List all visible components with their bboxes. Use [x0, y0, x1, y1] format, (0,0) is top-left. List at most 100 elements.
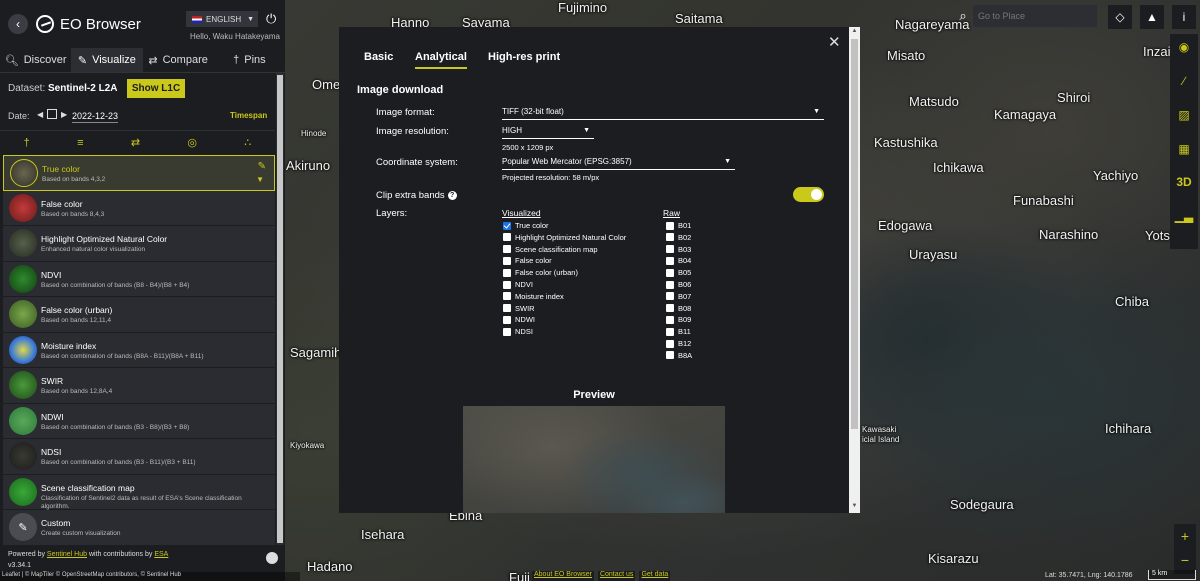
layer-item[interactable]: False color (urban) Based on bands 12,11… [3, 297, 275, 333]
checkbox[interactable] [503, 268, 511, 277]
scrollbar-thumb[interactable] [277, 75, 283, 543]
tab-basic[interactable]: Basic [364, 51, 393, 63]
calendar-icon[interactable] [47, 109, 57, 119]
checkbox[interactable] [666, 268, 674, 277]
scrollbar-thumb[interactable] [851, 39, 858, 429]
checkbox[interactable] [503, 233, 511, 242]
layer-item[interactable]: ✎ Custom Create custom visualization [3, 510, 275, 546]
sidebar-scrollbar[interactable] [276, 73, 284, 545]
timelapse-icon[interactable]: ▦ [1170, 142, 1198, 156]
visualized-layer-option[interactable]: Moisture index [503, 291, 564, 302]
checkbox[interactable] [666, 233, 674, 242]
raw-band-option[interactable]: B03 [666, 244, 691, 255]
layers-button[interactable]: ◇ [1108, 5, 1132, 29]
prev-date-button[interactable]: ◀ [37, 110, 43, 119]
scroll-down-icon[interactable]: ▼ [851, 503, 858, 509]
modal-scrollbar[interactable]: ▲ ▼ [849, 27, 860, 513]
get-data-link[interactable]: Get data [639, 571, 671, 581]
visualized-layer-option[interactable]: Scene classification map [503, 244, 598, 255]
hide-icon[interactable]: ◎ [187, 136, 197, 149]
histogram-icon[interactable]: ▁▃ [1170, 209, 1198, 223]
tab-analytical[interactable]: Analytical [415, 51, 467, 69]
visualized-layer-option[interactable]: SWIR [503, 303, 535, 314]
visualized-layer-option[interactable]: Highlight Optimized Natural Color [503, 232, 626, 243]
raw-band-option[interactable]: B06 [666, 279, 691, 290]
checkbox[interactable] [666, 351, 674, 360]
checkbox[interactable] [503, 256, 511, 265]
raw-band-option[interactable]: B02 [666, 232, 691, 243]
checkbox[interactable] [503, 327, 511, 336]
layer-item[interactable]: Highlight Optimized Natural Color Enhanc… [3, 226, 275, 262]
search-input[interactable] [973, 5, 1097, 27]
raw-band-option[interactable]: B07 [666, 291, 691, 302]
visualized-layer-option[interactable]: NDWI [503, 314, 535, 325]
raw-band-option[interactable]: B01 [666, 220, 691, 231]
checkbox[interactable] [503, 245, 511, 254]
logout-button[interactable]: ⏻ [266, 11, 276, 27]
checkbox[interactable] [503, 292, 511, 301]
language-select[interactable]: ENGLISH ▼ [186, 11, 258, 27]
timespan-link[interactable]: Timespan [230, 111, 267, 120]
raw-band-option[interactable]: B08 [666, 303, 691, 314]
layer-item[interactable]: SWIR Based on bands 12,8A,4 [3, 368, 275, 404]
layer-item[interactable]: True color Based on bands 4,3,2 ✎ ▼ [3, 155, 275, 191]
clip-extra-bands-toggle[interactable] [793, 187, 824, 202]
layer-item[interactable]: NDSI Based on combination of bands (B3 -… [3, 439, 275, 475]
raw-band-option[interactable]: B04 [666, 255, 691, 266]
layer-item[interactable]: NDWI Based on combination of bands (B3 -… [3, 403, 275, 439]
checkbox[interactable] [666, 256, 674, 265]
checkbox[interactable] [503, 221, 511, 230]
esa-link[interactable]: ESA [154, 551, 168, 558]
sliders-icon[interactable]: ≡ [77, 137, 83, 149]
layer-item[interactable]: NDVI Based on combination of bands (B8 -… [3, 261, 275, 297]
theme-toggle-icon[interactable] [266, 552, 278, 564]
info-button[interactable]: i [1172, 5, 1196, 29]
date-value[interactable]: 2022-12-23 [72, 111, 119, 123]
tab-high-res-print[interactable]: High-res print [488, 51, 560, 63]
tab-pins[interactable]: † Pins [214, 48, 285, 72]
collapse-sidebar-button[interactable]: ‹ [8, 14, 28, 34]
visualized-layer-option[interactable]: NDSI [503, 326, 533, 337]
checkbox[interactable] [666, 245, 674, 254]
tab-discover[interactable]: 🔍︎ Discover [0, 48, 71, 72]
checkbox[interactable] [666, 304, 674, 313]
tab-compare[interactable]: ⇄ Compare [143, 48, 214, 72]
scroll-up-icon[interactable]: ▲ [851, 28, 858, 34]
checkbox[interactable] [666, 339, 674, 348]
expand-icon[interactable]: ▼ [256, 175, 264, 184]
show-l1c-button[interactable]: Show L1C [127, 79, 185, 98]
location-pin-icon[interactable]: ◉ [1170, 40, 1198, 54]
checkbox[interactable] [666, 292, 674, 301]
3d-button[interactable]: 3D [1170, 175, 1198, 189]
about-link[interactable]: About EO Browser [532, 571, 594, 581]
visualized-layer-option[interactable]: NDVI [503, 279, 533, 290]
close-button[interactable]: ✕ [828, 33, 841, 51]
coordinate-system-select[interactable]: Popular Web Mercator (EPSG:3857) ▼ [502, 157, 735, 170]
layer-item[interactable]: False color Based on bands 8,4,3 [3, 190, 275, 226]
checkbox[interactable] [503, 280, 511, 289]
checkbox[interactable] [666, 315, 674, 324]
checkbox[interactable] [503, 315, 511, 324]
image-format-select[interactable]: TIFF (32-bit float) ▼ [502, 107, 824, 120]
zoom-out-button[interactable]: − [1174, 548, 1196, 572]
image-resolution-select[interactable]: HIGH ▼ [502, 126, 594, 139]
layer-item[interactable]: Moisture index Based on combination of b… [3, 332, 275, 368]
checkbox[interactable] [503, 304, 511, 313]
pin-icon[interactable]: † [24, 137, 30, 149]
checkbox[interactable] [666, 280, 674, 289]
share-icon[interactable]: ∴ [244, 136, 251, 149]
visualized-layer-option[interactable]: False color [503, 255, 552, 266]
visualized-layer-option[interactable]: False color (urban) [503, 267, 578, 278]
raw-band-option[interactable]: B09 [666, 314, 691, 325]
edit-icon[interactable]: ✎ [258, 161, 266, 172]
raw-band-option[interactable]: B05 [666, 267, 691, 278]
compare-icon[interactable]: ⇄ [131, 136, 140, 149]
raw-band-option[interactable]: B8A [666, 350, 692, 361]
checkbox[interactable] [666, 221, 674, 230]
raw-band-option[interactable]: B12 [666, 338, 691, 349]
zoom-in-button[interactable]: + [1174, 524, 1196, 548]
sentinel-hub-link[interactable]: Sentinel Hub [47, 551, 87, 558]
tab-visualize[interactable]: ✎ Visualize [71, 48, 143, 72]
image-download-icon[interactable]: ▨ [1170, 108, 1198, 122]
raw-band-option[interactable]: B11 [666, 326, 691, 337]
